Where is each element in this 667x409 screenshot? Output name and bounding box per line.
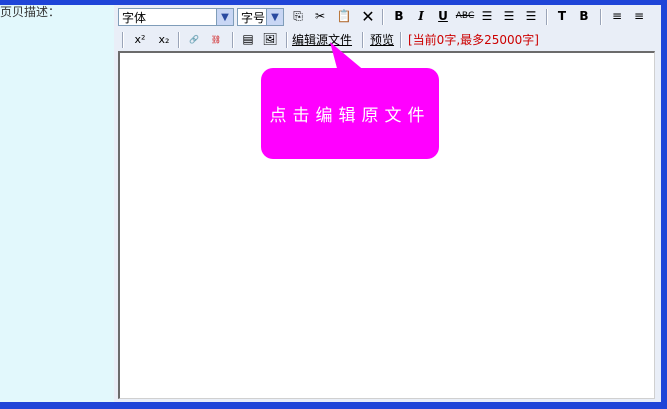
delete-button[interactable]: ✕	[358, 6, 378, 26]
horizontal-rule-icon: ▤	[242, 32, 254, 46]
bold-button[interactable]: B	[390, 6, 408, 26]
callout-tooltip: 点击编辑原文件	[261, 68, 439, 159]
chevron-down-icon: ▼	[216, 9, 233, 25]
clipboard-icon: 📋	[336, 9, 352, 23]
align-right-icon: ☰	[525, 9, 537, 23]
text-color-icon: T	[557, 9, 567, 23]
toolbar-separator	[178, 32, 180, 48]
size-select[interactable]: 字号 ▼	[237, 8, 284, 26]
unlink-icon: ⛓	[210, 34, 222, 44]
toolbar-separator	[600, 9, 602, 25]
toolbar-separator	[400, 32, 402, 48]
superscript-button[interactable]: x²	[130, 29, 150, 49]
description-label: 页贝描述：	[0, 5, 61, 19]
strikethrough-icon: ABC	[455, 11, 475, 21]
toolbar-row-1: 字体 ▼ 字号 ▼ ⎘ ✂ 📋 ✕ B I U ABC ☰ ☰ ☰ T B ≡ …	[114, 6, 661, 28]
font-select-value: 字体	[122, 10, 147, 25]
toolbar-separator	[382, 9, 384, 25]
scissors-icon: ✂	[314, 9, 326, 23]
chevron-down-icon: ▼	[266, 9, 283, 25]
copy-icon: ⎘	[293, 8, 303, 23]
close-icon: ✕	[361, 6, 375, 26]
toolbar-row-2: x² x₂ 🔗 ⛓ ▤ 🖼 编辑源文件 预览 [当前0字,最多25000字]	[114, 29, 661, 51]
background-color-icon: B	[579, 9, 589, 23]
insert-image-button[interactable]: 🖼	[260, 29, 280, 49]
copy-button[interactable]: ⎘	[288, 6, 308, 26]
callout-text: 点击编辑原文件	[269, 106, 431, 126]
align-center-icon: ☰	[503, 9, 515, 23]
insert-link-button[interactable]: 🔗	[184, 29, 204, 49]
cut-button[interactable]: ✂	[310, 6, 330, 26]
align-center-button[interactable]: ☰	[500, 6, 518, 26]
numbered-list-button[interactable]: ≡	[608, 6, 626, 26]
toolbar-separator	[286, 32, 288, 48]
toolbar-separator	[122, 32, 124, 48]
text-color-button[interactable]: T	[552, 6, 572, 26]
bullet-list-icon: ≡	[633, 9, 645, 23]
char-count: [当前0字,最多25000字]	[408, 32, 539, 47]
align-left-icon: ☰	[481, 9, 493, 23]
strikethrough-button[interactable]: ABC	[454, 6, 476, 26]
align-right-button[interactable]: ☰	[522, 6, 540, 26]
font-select[interactable]: 字体 ▼	[118, 8, 234, 26]
toolbar-separator	[232, 32, 234, 48]
bullet-list-button[interactable]: ≡	[630, 6, 648, 26]
numbered-list-icon: ≡	[611, 9, 623, 23]
paste-button[interactable]: 📋	[334, 6, 354, 26]
align-left-button[interactable]: ☰	[478, 6, 496, 26]
italic-button[interactable]: I	[412, 6, 430, 26]
subscript-button[interactable]: x₂	[154, 29, 174, 49]
size-select-value: 字号	[241, 10, 266, 25]
link-icon: 🔗	[189, 34, 199, 44]
underline-button[interactable]: U	[434, 6, 452, 26]
toolbar-separator	[546, 9, 548, 25]
background-color-button[interactable]: B	[574, 6, 594, 26]
image-icon: 🖼	[262, 32, 278, 46]
remove-link-button[interactable]: ⛓	[206, 29, 226, 49]
horizontal-rule-button[interactable]: ▤	[238, 29, 258, 49]
